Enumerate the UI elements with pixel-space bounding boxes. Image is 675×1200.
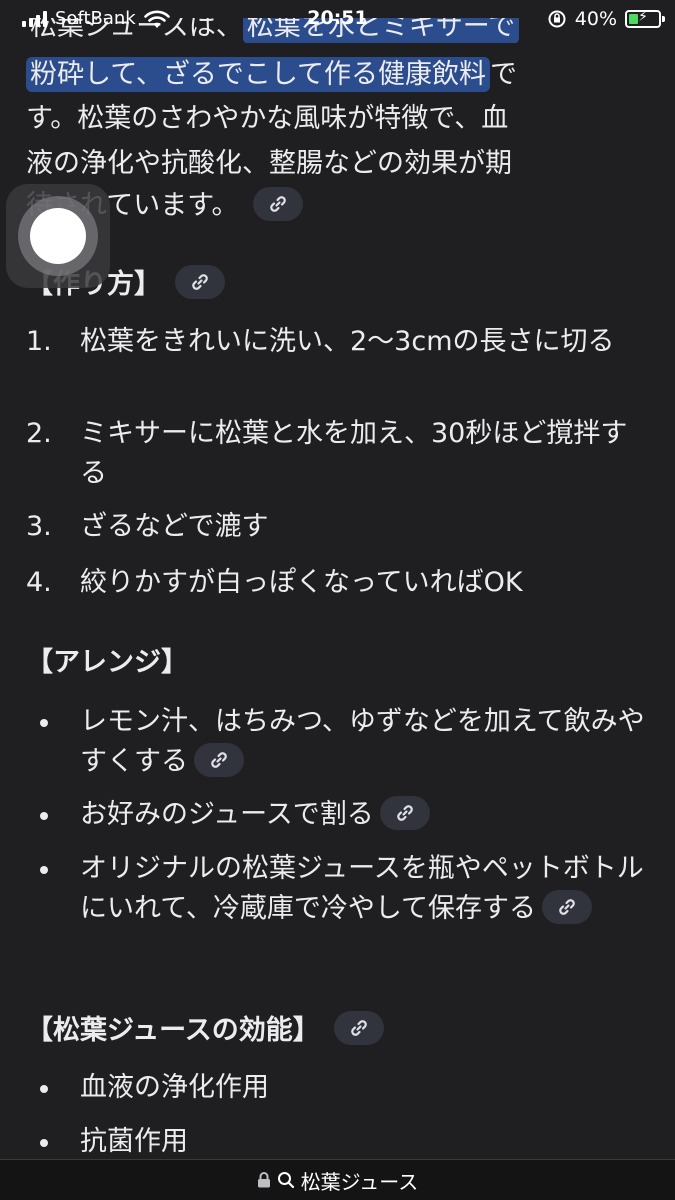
lock-icon (257, 1172, 270, 1188)
source-link-button[interactable] (253, 186, 304, 221)
intro-line-4: 液の浄化や抗酸化、整腸などの効果が期 (26, 148, 512, 179)
orientation-lock-icon (548, 10, 566, 28)
bullet (40, 1139, 48, 1147)
source-link-button[interactable] (542, 889, 593, 924)
link-icon (192, 273, 208, 290)
assistive-touch-button[interactable] (6, 184, 110, 288)
bullet (40, 866, 48, 874)
link-icon (350, 1019, 367, 1036)
list-item: 2. ミキサーに松葉と水を加え、30秒ほど撹拌する (26, 418, 628, 489)
link-icon (559, 898, 575, 915)
list-item: レモン汁、はちみつ、ゆずなどを加えて飲みやすくする (26, 702, 646, 782)
bullet (40, 1085, 48, 1093)
section-title-arrange: 【アレンジ】 (26, 647, 188, 678)
source-link-button[interactable] (379, 795, 430, 830)
list-item: 抗菌作用 (26, 1122, 646, 1160)
list-item: オリジナルの松葉ジュースを瓶やペットボトルにいれて、冷蔵庫で冷やして保存する (26, 849, 646, 929)
list-item: 1. 松葉をきれいに洗い、2〜3cmの長さに切る (26, 326, 615, 357)
list-item: 3. ざるなどで漉す (26, 511, 269, 542)
intro-line-3: す。松葉のさわやかな風味が特徴で、血 (26, 103, 509, 134)
list-item: 血液の浄化作用 (26, 1068, 646, 1108)
status-right: 40% ⚡ (547, 8, 665, 30)
url-bar[interactable]: 松葉ジュース (0, 1159, 675, 1200)
bullet (40, 719, 48, 727)
link-icon (211, 751, 227, 768)
list-item: お好みのジュースで割る (26, 795, 646, 835)
highlighted-text: 粉砕して、ざるでこして作る健康飲料 (26, 57, 491, 92)
link-icon (396, 804, 413, 821)
status-bar: SoftBank 20:51 40% ⚡ (0, 0, 675, 40)
bullet (40, 812, 48, 820)
battery-percent: 40% (574, 8, 617, 30)
search-icon (277, 1172, 294, 1189)
intro-line-2: 粉砕して、ざるでこして作る健康飲料で (26, 52, 517, 92)
source-link-button[interactable] (333, 1010, 384, 1045)
list-item: 4. 絞りかすが白っぽくなっていればOK (26, 567, 523, 598)
battery-charging-icon: ⚡ (625, 9, 665, 28)
source-link-button[interactable] (194, 742, 244, 777)
section-title-effects: 【松葉ジュースの効能】 (26, 1008, 384, 1047)
article-content: 松葉ジュースは、 松葉を水とミキサーで 粉砕して、ざるでこして作る健康飲料で す。… (0, 0, 675, 1160)
link-icon (270, 195, 286, 212)
source-link-button[interactable] (175, 264, 225, 299)
url-query-text: 松葉ジュース (300, 1169, 419, 1194)
